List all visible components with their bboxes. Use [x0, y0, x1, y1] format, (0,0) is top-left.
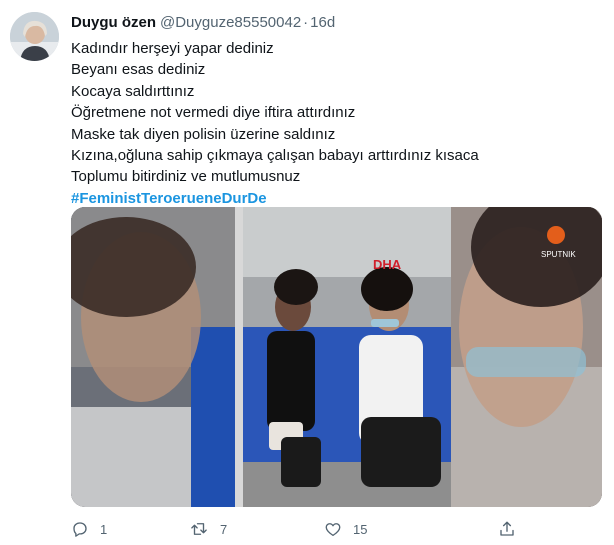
tweet-actions: 1 7 15: [71, 518, 611, 540]
tweet-line: Beyanı esas dediniz: [71, 61, 206, 79]
heart-icon: [325, 523, 341, 537]
tweet-line: Toplumu bitirdiniz ve mutlumusnuz: [71, 168, 301, 186]
retweet-count: 7: [220, 521, 228, 537]
share-icon: [500, 521, 514, 536]
sputnik-watermark: SPUTNIK: [541, 250, 576, 259]
like-count: 15: [353, 521, 368, 537]
reply-action[interactable]: 1: [71, 518, 107, 540]
tweet-line: Kızına,oğluna sahip çıkmaya çalışan baba…: [71, 147, 479, 165]
tweet-timestamp[interactable]: 16d: [310, 14, 335, 31]
user-avatar[interactable]: [10, 12, 59, 61]
tweet-line: Kadındır herşeyi yapar dediniz: [71, 40, 274, 57]
retweet-icon: [191, 523, 207, 535]
tweet-header: Duygu özen @Duyguze85550042 · 16d: [71, 14, 335, 32]
like-action[interactable]: 15: [324, 518, 367, 540]
reply-icon: [73, 522, 87, 537]
separator-dot: ·: [303, 14, 309, 31]
tweet-text: Kadındır herşeyi yapar dediniz Beyanı es…: [71, 38, 479, 209]
display-name[interactable]: Duygu özen: [71, 14, 156, 31]
reply-count: 1: [100, 521, 108, 537]
tweet-card[interactable]: Duygu özen @Duyguze85550042 · 16d Kadındır …: [0, 0, 614, 545]
user-handle[interactable]: @Duyguze85550042: [160, 14, 301, 31]
dha-watermark: DHA: [373, 257, 402, 272]
tweet-line: Öğretmene not vermedi diye iftira attırd…: [71, 104, 356, 122]
tweet-video[interactable]: DHA SPUTNIK: [71, 207, 602, 507]
tweet-line: Kocaya saldırttınız: [71, 82, 195, 100]
tweet-line: Maske tak diyen polisin üzerine saldınız: [71, 125, 336, 143]
retweet-action[interactable]: 7: [189, 518, 227, 540]
share-action[interactable]: [498, 518, 516, 540]
